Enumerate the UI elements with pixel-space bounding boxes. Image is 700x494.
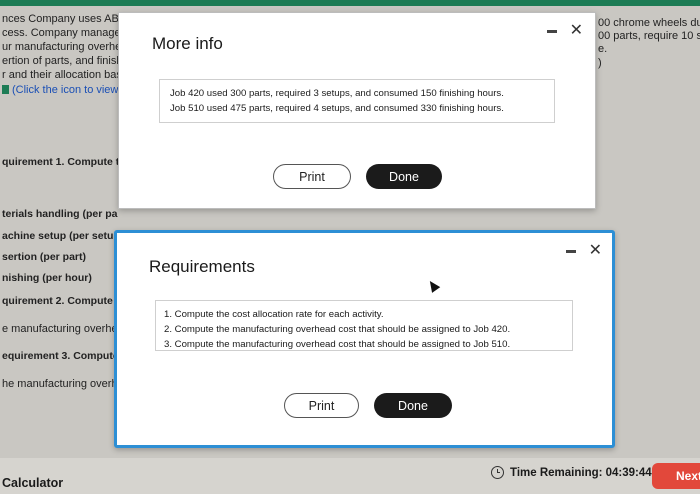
done-button[interactable]: Done <box>366 164 442 189</box>
minimize-icon[interactable] <box>565 249 576 253</box>
activity-insertion: sertion (per part) <box>2 251 87 263</box>
background-text: e manufacturing overhe <box>2 323 118 335</box>
background-text: nces Company uses ABC <box>2 13 127 25</box>
close-icon[interactable]: ✕ <box>570 23 583 39</box>
next-button[interactable]: Next <box>652 463 700 489</box>
background-text: he manufacturing overhe <box>2 378 124 390</box>
print-button[interactable]: Print <box>273 164 351 189</box>
more-info-dialog: More info ✕ Job 420 used 300 parts, requ… <box>118 12 596 209</box>
time-remaining-label: Time Remaining: 04:39:44 <box>510 466 652 479</box>
requirement-item: 1. Compute the cost allocation rate for … <box>164 309 384 320</box>
background-text: ertion of parts, and finishi <box>2 55 125 67</box>
minimize-icon[interactable] <box>546 29 557 33</box>
window-controls: ✕ <box>546 23 583 39</box>
view-data-link[interactable]: (Click the icon to view th <box>2 84 131 96</box>
requirements-dialog: Requirements ✕ 1. Compute the cost alloc… <box>114 230 615 448</box>
calculator-button[interactable]: Calculator <box>2 476 63 490</box>
window-controls: ✕ <box>565 243 602 259</box>
requirement-3-heading: equirement 3. Compute <box>2 350 119 362</box>
job-420-info: Job 420 used 300 parts, required 3 setup… <box>170 88 504 99</box>
done-button[interactable]: Done <box>374 393 452 418</box>
requirement-item: 2. Compute the manufacturing overhead co… <box>164 324 511 335</box>
requirement-1-heading: quirement 1. Compute th <box>2 156 126 168</box>
next-button-label: Next <box>676 469 700 483</box>
background-text: ) <box>598 57 602 69</box>
dialog-title: More info <box>152 34 223 53</box>
activity-finishing: nishing (per hour) <box>2 272 92 284</box>
background-text: e. <box>598 43 608 55</box>
requirement-item: 3. Compute the manufacturing overhead co… <box>164 339 511 350</box>
time-remaining: Time Remaining: 04:39:44 <box>491 466 652 479</box>
background-text: 00 parts, require 10 set <box>598 30 700 42</box>
data-table-icon <box>2 85 9 94</box>
activity-machine-setup: achine setup (per setup <box>2 230 120 242</box>
clock-icon <box>491 466 504 479</box>
top-bar <box>0 0 700 6</box>
background-text: ur manufacturing overhea <box>2 41 128 53</box>
requirement-2-heading: quirement 2. Compute <box>2 295 113 307</box>
view-data-link-text: (Click the icon to view th <box>12 84 131 96</box>
activity-materials-handling: terials handling (per pa <box>2 208 118 220</box>
background-text: 00 chrome wheels duri <box>598 17 700 29</box>
background-text: r and their allocation bas <box>2 69 122 81</box>
more-info-box: Job 420 used 300 parts, required 3 setup… <box>159 79 555 123</box>
print-button[interactable]: Print <box>284 393 359 418</box>
requirements-box: 1. Compute the cost allocation rate for … <box>155 300 573 351</box>
background-text: cess. Company manager <box>2 27 125 39</box>
close-icon[interactable]: ✕ <box>589 243 602 259</box>
job-510-info: Job 510 used 475 parts, required 4 setup… <box>170 103 504 114</box>
dialog-title: Requirements <box>149 257 255 276</box>
